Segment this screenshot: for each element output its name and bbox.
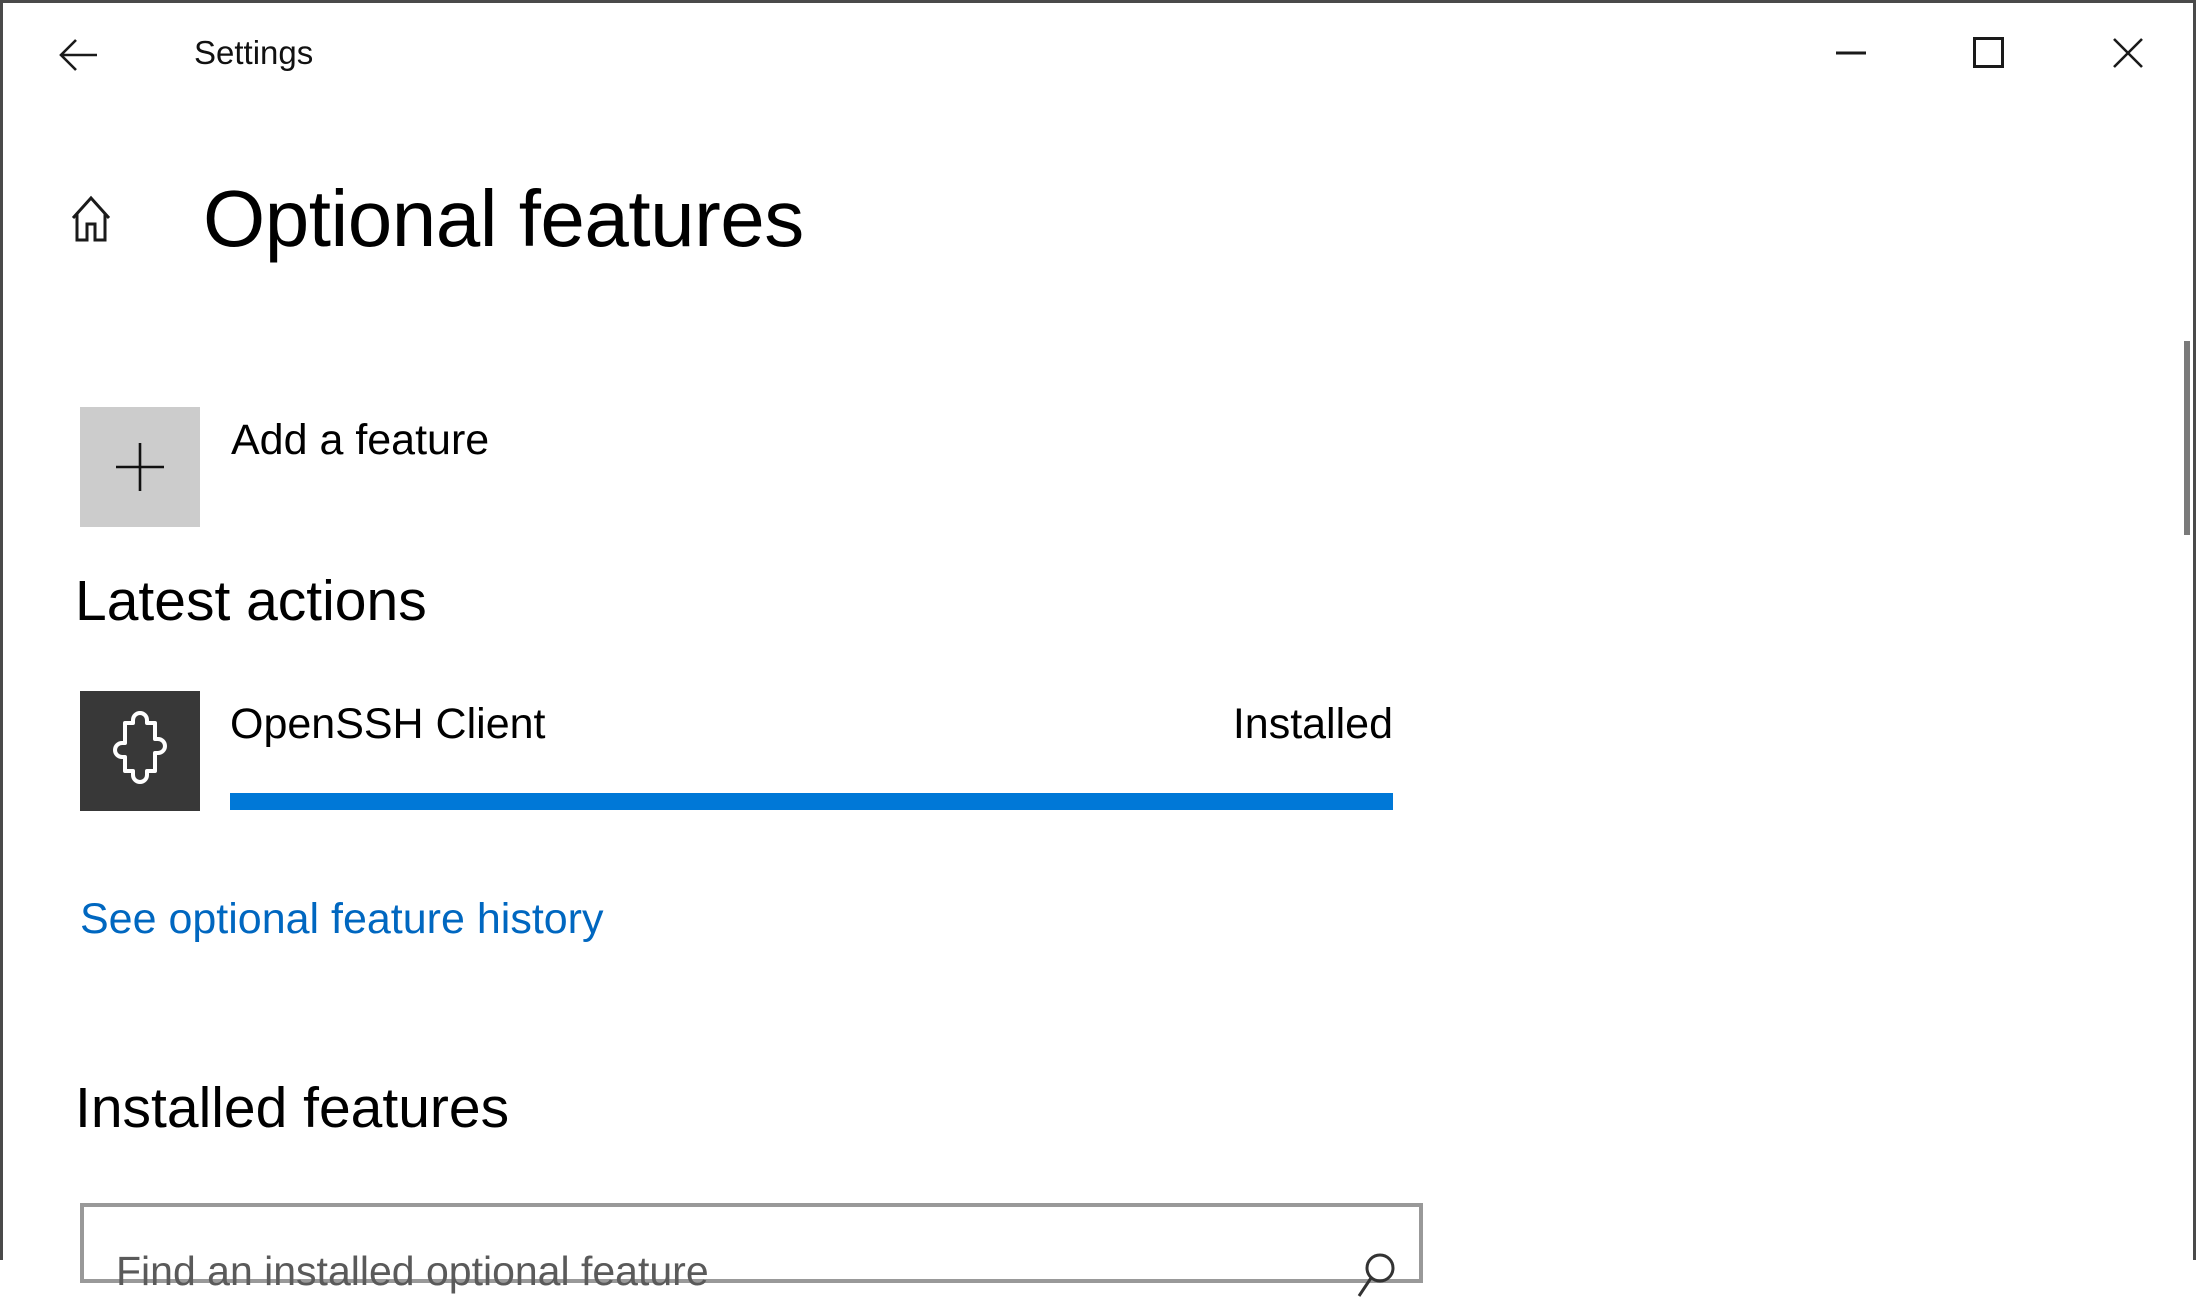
latest-actions-heading: Latest actions — [75, 569, 427, 633]
add-feature-tile[interactable] — [80, 407, 200, 527]
minimize-button[interactable] — [1782, 3, 1920, 103]
maximize-button[interactable] — [1920, 3, 2058, 103]
feature-history-link[interactable]: See optional feature history — [80, 891, 604, 947]
app-title: Settings — [194, 34, 314, 71]
search-icon[interactable] — [1351, 1241, 1401, 1301]
installed-features-heading: Installed features — [75, 1076, 510, 1140]
search-input[interactable] — [84, 1241, 1351, 1301]
settings-window: Settings Optional features Add a feature… — [0, 0, 2196, 1301]
home-button[interactable] — [65, 187, 117, 251]
install-progress-fill — [230, 793, 1393, 810]
feature-icon-tile — [80, 691, 200, 811]
maximize-icon — [1973, 37, 2004, 68]
back-arrow-icon — [59, 39, 97, 71]
feature-name: OpenSSH Client — [230, 700, 546, 748]
puzzle-piece-icon — [113, 711, 167, 784]
feature-status: Installed — [1232, 700, 1393, 748]
home-icon — [71, 195, 111, 242]
install-progress-bar — [230, 793, 1393, 810]
minimize-icon — [1836, 51, 1866, 55]
installed-feature-search-box[interactable] — [80, 1203, 1423, 1301]
back-button[interactable] — [43, 27, 115, 83]
page-title: Optional features — [203, 174, 804, 263]
close-button[interactable] — [2059, 3, 2196, 103]
close-icon — [2113, 38, 2143, 68]
add-feature-button[interactable]: Add a feature — [231, 413, 489, 467]
plus-icon — [116, 443, 164, 491]
vertical-scrollbar-thumb[interactable] — [2184, 341, 2190, 535]
